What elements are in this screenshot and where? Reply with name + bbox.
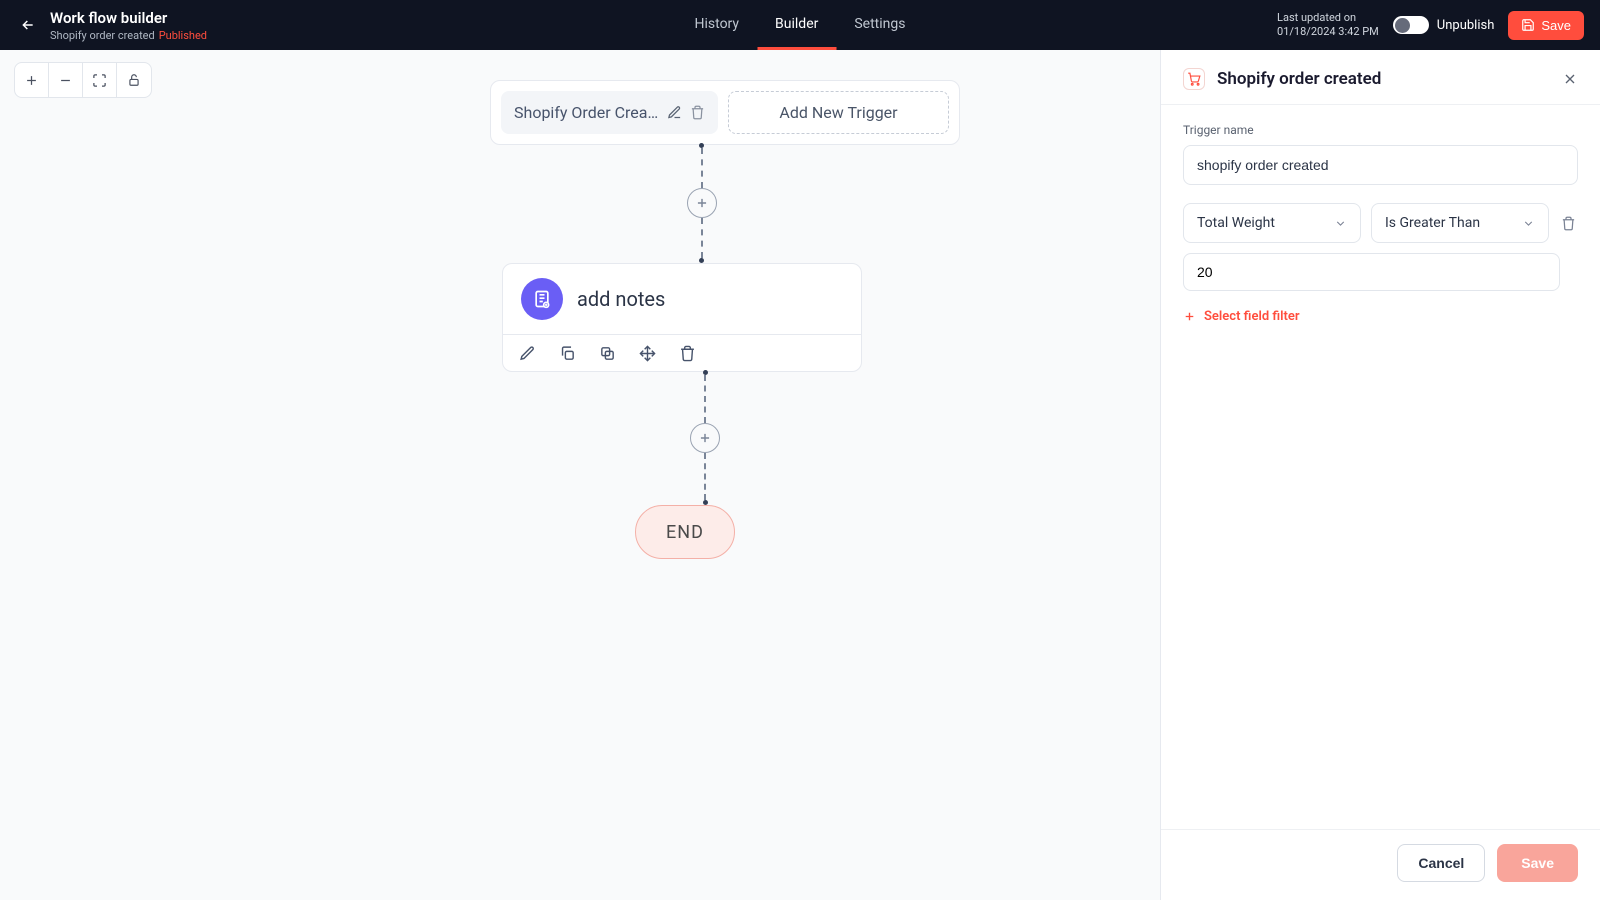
lock-button[interactable] [117,63,151,97]
trigger-name-label: Trigger name [1183,123,1578,137]
plus-icon [1183,310,1196,323]
back-button[interactable] [16,13,40,37]
add-step-button[interactable] [687,188,717,218]
triggers-card: Shopify Order Created Add New Trigger [490,80,960,145]
tab-builder[interactable]: Builder [757,0,836,50]
duplicate-icon[interactable] [597,343,617,363]
edit-icon[interactable] [517,343,537,363]
app-header: Work flow builder Shopify order created … [0,0,1600,50]
zoom-out-button[interactable] [49,63,83,97]
end-node: END [635,505,735,559]
trigger-chip-label: Shopify Order Created [514,103,659,122]
action-title: add notes [577,287,665,311]
trash-icon[interactable] [690,105,705,120]
trash-icon[interactable] [1559,214,1578,233]
action-card[interactable]: add notes [502,263,862,372]
flow: Shopify Order Created Add New Trigger ad… [490,80,960,559]
add-trigger-button[interactable]: Add New Trigger [728,91,949,134]
add-step-button[interactable] [690,423,720,453]
save-button[interactable]: Save [1508,11,1584,40]
save-icon [1521,18,1535,32]
trash-icon[interactable] [677,343,697,363]
connector-line [701,148,703,188]
cart-icon [1183,68,1205,90]
trigger-name-input[interactable] [1183,145,1578,185]
cancel-button[interactable]: Cancel [1397,844,1485,882]
filter-operator-select[interactable]: Is Greater Than [1371,203,1549,243]
status-badge: Published [159,29,207,42]
notes-icon [521,278,563,320]
panel-title: Shopify order created [1217,69,1550,89]
filter-field-select[interactable]: Total Weight [1183,203,1361,243]
filter-value-input[interactable] [1183,253,1560,291]
fit-screen-button[interactable] [83,63,117,97]
page-title: Work flow builder [50,9,207,27]
close-icon[interactable] [1562,71,1578,87]
chevron-down-icon [1334,217,1347,230]
publish-toggle[interactable] [1393,16,1429,34]
nav-tabs: History Builder Settings [677,0,924,50]
unpublish-label: Unpublish [1437,18,1495,33]
move-icon[interactable] [637,343,657,363]
connector-dot [703,500,708,505]
connector-line [704,375,706,423]
add-filter-button[interactable]: Select field filter [1183,309,1578,324]
copy-icon[interactable] [557,343,577,363]
action-toolbar [503,334,861,371]
chevron-down-icon [1522,217,1535,230]
trigger-chip[interactable]: Shopify Order Created [501,91,718,134]
tab-settings[interactable]: Settings [836,0,923,50]
connector-dot [699,258,704,263]
connector-line [701,218,703,258]
side-panel: Shopify order created Trigger name Total… [1160,50,1600,900]
zoom-in-button[interactable] [15,63,49,97]
canvas-tools [14,62,152,98]
panel-save-button[interactable]: Save [1497,844,1578,882]
last-updated: Last updated on 01/18/2024 3:42 PM [1277,11,1379,40]
tab-history[interactable]: History [677,0,758,50]
title-block: Work flow builder Shopify order created … [50,9,207,42]
edit-icon[interactable] [667,105,682,120]
connector-line [704,453,706,501]
page-subtitle: Shopify order created [50,29,155,42]
